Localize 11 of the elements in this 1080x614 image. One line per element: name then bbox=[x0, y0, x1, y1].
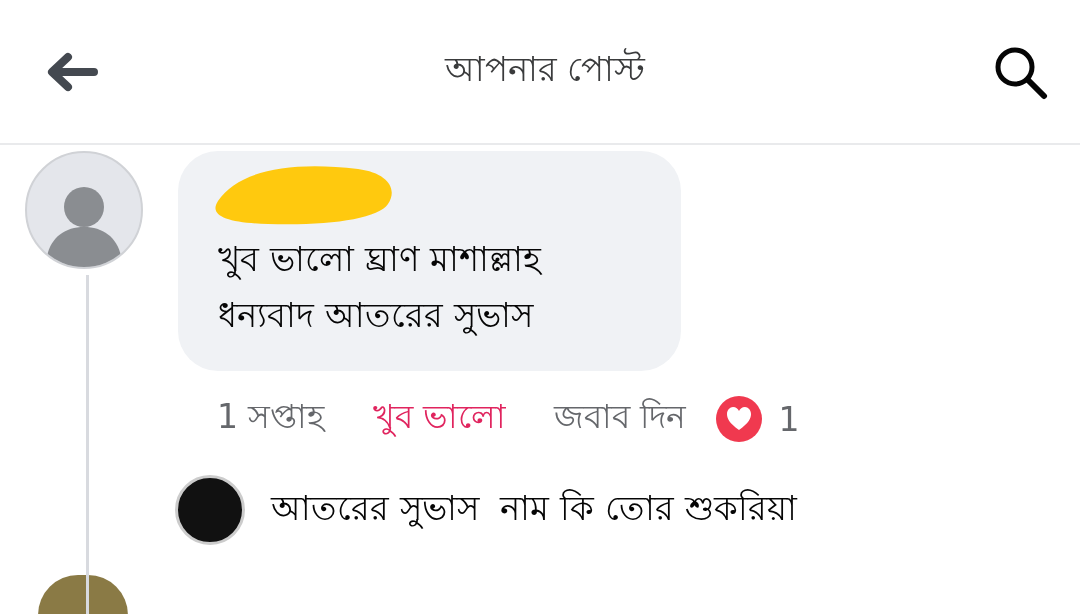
reaction-count: 1 bbox=[778, 399, 800, 439]
back-button[interactable] bbox=[46, 51, 98, 92]
reply-link[interactable]: জবাব দিন bbox=[554, 391, 687, 447]
comment-time: 1 সপ্তাহ bbox=[217, 396, 325, 438]
comment-text: ধন্যবাদ আতরের সুভাস bbox=[218, 294, 535, 338]
back-arrow-icon bbox=[46, 51, 98, 92]
reply-text: আতরের সুভাস নাম কি তোর শুকরিয়া bbox=[271, 486, 797, 531]
reaction-link[interactable]: খুব ভালো bbox=[372, 391, 506, 447]
page-title: আপনার পোস্ট bbox=[444, 47, 646, 91]
heart-reaction-icon bbox=[714, 395, 763, 443]
comment-text: খুব ভালো ঘ্রাণ মাশাল্লাহ bbox=[218, 238, 543, 282]
